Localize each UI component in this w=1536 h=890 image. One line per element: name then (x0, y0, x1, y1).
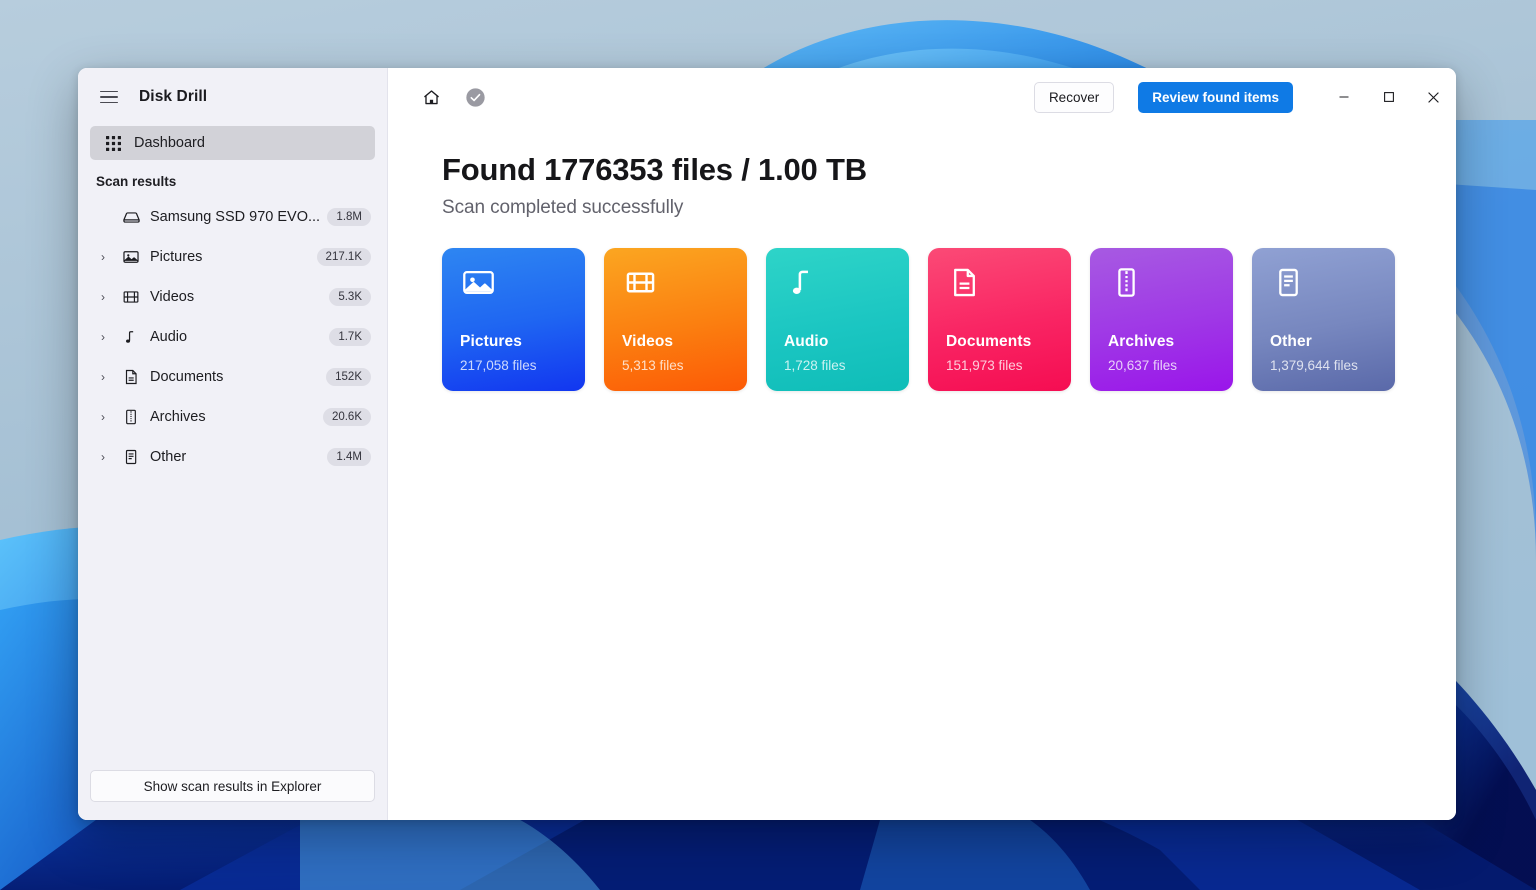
file-lines-icon (1271, 265, 1306, 305)
category-card-count: 20,637 files (1108, 358, 1178, 373)
check-circle-icon[interactable] (460, 82, 490, 112)
chevron-right-icon[interactable]: › (94, 330, 112, 344)
category-card-title: Archives (1108, 333, 1175, 350)
sidebar-item-documents[interactable]: › Documents 152K (90, 357, 375, 397)
grid-dots-icon (102, 135, 124, 151)
scan-results-panel: Found 1776353 files / 1.00 TB Scan compl… (388, 126, 1456, 391)
close-button[interactable] (1411, 68, 1456, 126)
app-title: Disk Drill (139, 88, 208, 105)
sidebar-item-label: Other (150, 449, 187, 465)
sidebar-item-audio[interactable]: › Audio 1.7K (90, 317, 375, 357)
minimize-button[interactable] (1321, 68, 1366, 126)
sidebar-section-scan-results: Scan results (96, 174, 177, 189)
sidebar-item-videos[interactable]: › Videos 5.3K (90, 277, 375, 317)
sidebar-item-archives[interactable]: › Archives 20.6K (90, 397, 375, 437)
music-note-icon (785, 265, 820, 305)
sidebar-item-label: Archives (150, 409, 206, 425)
show-scan-results-in-explorer-button[interactable]: Show scan results in Explorer (90, 770, 375, 802)
sidebar-item-dashboard-label: Dashboard (134, 135, 205, 151)
file-lines-icon (119, 448, 143, 466)
sidebar-item-badge: 5.3K (329, 288, 371, 306)
category-card-count: 1,728 files (784, 358, 846, 373)
main-content: Recover Review found items Found 1776353… (388, 68, 1456, 820)
hard-drive-icon (119, 208, 143, 227)
sidebar-item-label: Pictures (150, 249, 203, 265)
film-icon (119, 288, 143, 306)
sidebar-item-other[interactable]: › Other 1.4M (90, 437, 375, 477)
sidebar-item-badge: 217.1K (316, 248, 371, 266)
disk-drill-window: Disk Drill Dashboard Scan results Samsun… (78, 68, 1456, 820)
sidebar-item-badge: 1.8M (327, 208, 371, 226)
sidebar-header: Disk Drill (78, 68, 387, 126)
category-card-other[interactable]: Other 1,379,644 files (1252, 248, 1395, 391)
zip-icon (119, 408, 143, 426)
sidebar-item-label: Documents (150, 369, 224, 385)
page-title: Found 1776353 files / 1.00 TB (442, 152, 867, 187)
category-card-videos[interactable]: Videos 5,313 files (604, 248, 747, 391)
category-card-audio[interactable]: Audio 1,728 files (766, 248, 909, 391)
sidebar-item-label: Audio (150, 329, 188, 345)
sidebar-scroll-area: Dashboard Scan results › Samsung SSD 970… (78, 126, 387, 758)
sidebar-item-dashboard[interactable]: Dashboard (90, 126, 375, 160)
category-card-title: Documents (946, 333, 1032, 350)
category-card-title: Other (1270, 333, 1312, 350)
document-icon (947, 265, 982, 305)
toolbar: Recover Review found items (388, 68, 1456, 126)
category-card-count: 151,973 files (946, 358, 1023, 373)
chevron-right-icon[interactable]: › (94, 250, 112, 264)
category-card-archives[interactable]: Archives 20,637 files (1090, 248, 1233, 391)
maximize-button[interactable] (1366, 68, 1411, 126)
category-card-title: Videos (622, 333, 674, 350)
sidebar-item-pictures[interactable]: › Pictures 217.1K (90, 237, 375, 277)
category-card-documents[interactable]: Documents 151,973 files (928, 248, 1071, 391)
chevron-right-icon[interactable]: › (94, 410, 112, 424)
sidebar-item-badge: 20.6K (322, 408, 371, 426)
sidebar-item-samsung-ssd[interactable]: › Samsung SSD 970 EVO... 1.8M (90, 197, 375, 237)
sidebar-footer: Show scan results in Explorer (78, 758, 387, 820)
image-icon (119, 248, 143, 266)
category-card-pictures[interactable]: Pictures 217,058 files (442, 248, 585, 391)
category-card-title: Pictures (460, 333, 522, 350)
sidebar-item-badge: 1.4M (327, 448, 371, 466)
category-card-count: 217,058 files (460, 358, 537, 373)
desktop-background: Disk Drill Dashboard Scan results Samsun… (0, 0, 1536, 890)
chevron-right-icon[interactable]: › (94, 450, 112, 464)
category-card-count: 1,379,644 files (1270, 358, 1358, 373)
window-controls (1321, 68, 1456, 126)
home-icon[interactable] (416, 82, 446, 112)
chevron-right-icon[interactable]: › (94, 370, 112, 384)
sidebar: Disk Drill Dashboard Scan results Samsun… (78, 68, 388, 820)
film-icon (623, 265, 658, 305)
category-card-count: 5,313 files (622, 358, 684, 373)
scan-status-text: Scan completed successfully (442, 197, 684, 218)
category-card-title: Audio (784, 333, 829, 350)
sidebar-item-badge: 1.7K (329, 328, 371, 346)
sidebar-item-label: Samsung SSD 970 EVO... (150, 209, 321, 225)
document-icon (119, 368, 143, 386)
zip-icon (1109, 265, 1144, 305)
chevron-right-icon[interactable]: › (94, 290, 112, 304)
recover-button[interactable]: Recover (1033, 81, 1115, 113)
sidebar-item-badge: 152K (326, 368, 371, 386)
sidebar-item-label: Videos (150, 289, 195, 305)
image-icon (461, 265, 496, 305)
category-card-grid: Pictures 217,058 files Videos 5,313 file (442, 248, 1456, 391)
music-note-icon (119, 328, 143, 346)
hamburger-icon[interactable] (94, 82, 124, 112)
review-found-items-button[interactable]: Review found items (1138, 81, 1293, 113)
